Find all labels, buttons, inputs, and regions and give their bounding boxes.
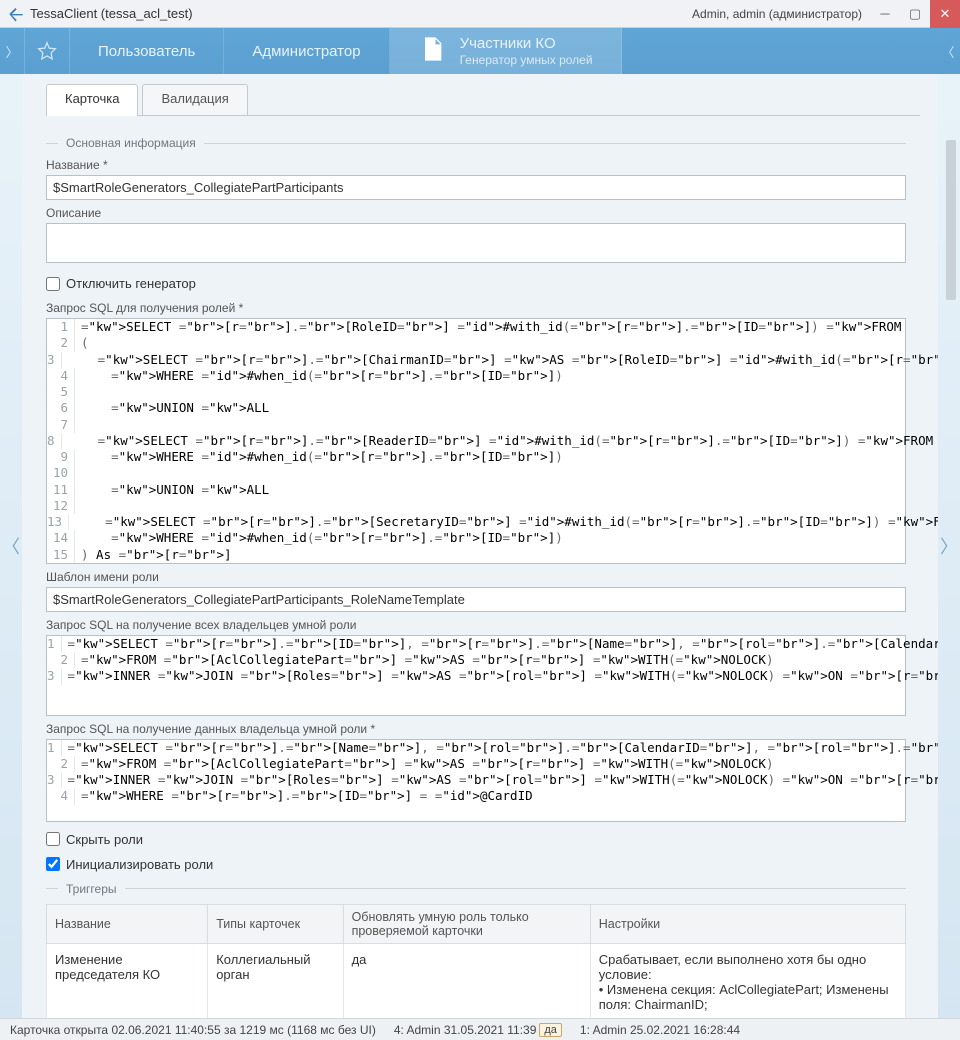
close-button[interactable]: ✕	[930, 0, 960, 28]
tab-title: Участники КО	[460, 35, 593, 53]
sql-owners-editor[interactable]: 1="kw">SELECT ="br">[r="br">].="br">[ID=…	[46, 635, 906, 716]
inner-tab-validation[interactable]: Валидация	[142, 84, 247, 116]
tab-admin[interactable]: Администратор	[224, 28, 389, 74]
document-icon	[418, 35, 450, 67]
disable-generator-check[interactable]: Отключить генератор	[46, 276, 906, 291]
sql-owner-data-label: Запрос SQL на получение данных владельца…	[46, 722, 906, 736]
desc-label: Описание	[46, 206, 906, 220]
status-v1: 1: Admin 25.02.2021 16:28:44	[580, 1023, 740, 1037]
sql-owners-label: Запрос SQL на получение всех владельцев …	[46, 618, 906, 632]
hide-roles-check[interactable]: Скрыть роли	[46, 832, 906, 847]
name-input[interactable]	[46, 175, 906, 200]
panel-collapse-left[interactable]: 〈	[0, 74, 22, 1018]
table-row[interactable]: Изменение председателя КОКоллегиальный о…	[47, 943, 906, 1018]
tab-subtitle: Генератор умных ролей	[460, 53, 593, 67]
toolbar-left-arrow[interactable]: 〉	[0, 28, 24, 74]
sql-roles-label: Запрос SQL для получения ролей	[46, 301, 906, 315]
sql-owner-data-editor[interactable]: 1="kw">SELECT ="br">[r="br">].="br">[Nam…	[46, 739, 906, 822]
status-chip: да	[539, 1023, 562, 1037]
name-label: Название	[46, 158, 906, 172]
minimize-button[interactable]: ─	[870, 0, 900, 28]
status-v4: 4: Admin 31.05.2021 11:39	[394, 1023, 537, 1037]
triggers-table: НазваниеТипы карточекОбновлять умную рол…	[46, 904, 906, 1019]
inner-tab-card[interactable]: Карточка	[46, 84, 138, 116]
tab-participants[interactable]: Участники КО Генератор умных ролей	[390, 28, 622, 74]
init-roles-checkbox[interactable]	[46, 857, 60, 871]
role-template-label: Шаблон имени роли	[46, 570, 906, 584]
table-header[interactable]: Типы карточек	[208, 904, 343, 943]
window-user: Admin, admin (администратор)	[692, 7, 862, 21]
sql-roles-editor[interactable]: 1="kw">SELECT ="br">[r="br">].="br">[Rol…	[46, 318, 906, 564]
group-main: Основная информация	[46, 136, 906, 150]
app-icon	[8, 6, 24, 22]
table-header[interactable]: Настройки	[590, 904, 905, 943]
disable-generator-checkbox[interactable]	[46, 277, 60, 291]
desc-input[interactable]	[46, 223, 906, 263]
tab-user[interactable]: Пользователь	[70, 28, 224, 74]
titlebar: TessaClient (tessa_acl_test) Admin, admi…	[0, 0, 960, 28]
window-title: TessaClient (tessa_acl_test)	[30, 6, 692, 21]
maximize-button[interactable]: ▢	[900, 0, 930, 28]
main-toolbar: 〉 Пользователь Администратор Участники К…	[0, 28, 960, 74]
main-content: Карточка Валидация Основная информация Н…	[22, 74, 938, 1018]
favorite-button[interactable]	[24, 28, 70, 74]
hide-roles-checkbox[interactable]	[46, 832, 60, 846]
toolbar-right-arrow[interactable]: 〈	[936, 28, 960, 74]
role-template-input[interactable]	[46, 587, 906, 612]
table-header[interactable]: Обновлять умную роль только проверяемой …	[343, 904, 590, 943]
init-roles-check[interactable]: Инициализировать роли	[46, 857, 906, 872]
statusbar: Карточка открыта 02.06.2021 11:40:55 за …	[0, 1018, 960, 1040]
table-header[interactable]: Название	[47, 904, 208, 943]
status-main: Карточка открыта 02.06.2021 11:40:55 за …	[10, 1023, 376, 1037]
group-triggers: Триггеры	[46, 882, 906, 896]
